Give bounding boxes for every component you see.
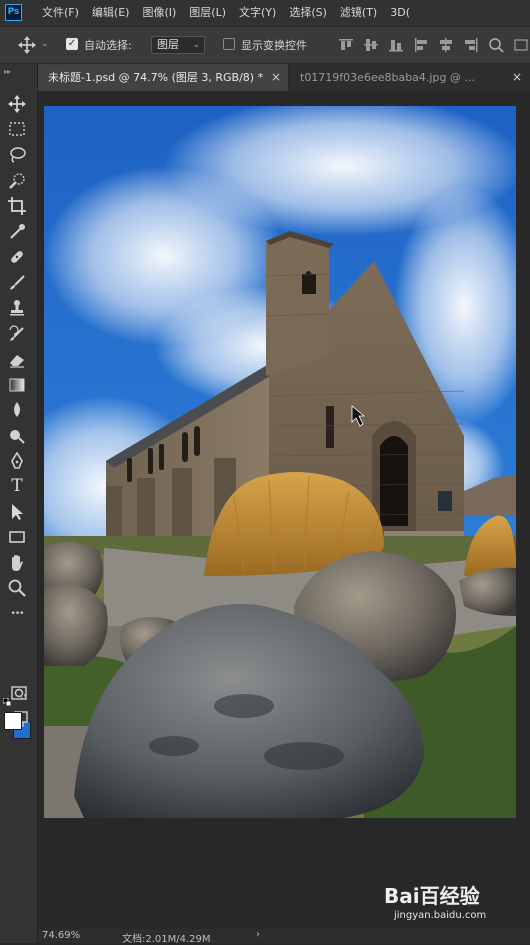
align-right-icon[interactable]	[463, 37, 479, 53]
panel-grip-icon[interactable]: ▸▸	[4, 67, 11, 76]
quick-mask-icon[interactable]	[9, 683, 27, 701]
menu-file[interactable]: 文件(F)	[42, 0, 79, 26]
tab-label: 未标题-1.psd @ 74.7% (图层 3, RGB/8) *	[48, 71, 264, 84]
menu-select[interactable]: 选择(S)	[289, 0, 327, 26]
church-photo	[44, 106, 516, 818]
history-brush-icon[interactable]	[7, 324, 27, 344]
align-hcenter-icon[interactable]	[438, 37, 454, 53]
status-menu-arrow-icon[interactable]: ›	[256, 929, 260, 940]
tab-jpg[interactable]: t01719f03e6ee8baba4.jpg @ ... ×	[290, 64, 530, 91]
chevron-down-icon: ⌄	[192, 40, 200, 50]
status-bar: 74.69% 文档:2.01M/4.29M ›	[38, 929, 530, 945]
zoom-icon[interactable]	[7, 578, 27, 598]
pen-icon[interactable]	[7, 451, 27, 471]
transform-controls-checkbox[interactable]	[223, 38, 235, 50]
auto-select-checkbox[interactable]: ✓	[66, 38, 78, 50]
close-icon[interactable]: ×	[512, 64, 522, 91]
eraser-icon[interactable]	[7, 349, 27, 369]
hand-icon[interactable]	[7, 553, 27, 573]
healing-brush-icon[interactable]	[7, 247, 27, 267]
layer-select-value: 图层	[157, 38, 179, 51]
move-icon[interactable]	[7, 94, 27, 114]
watermark-site: jingyan.baidu.com	[394, 910, 487, 921]
eyedropper-icon[interactable]	[7, 222, 27, 242]
layer-select[interactable]: 图层 ⌄	[151, 36, 205, 54]
watermark-logo: Bai百经验	[384, 884, 480, 908]
align-icons	[338, 37, 530, 53]
menu-layer[interactable]: 图层(L)	[189, 0, 226, 26]
brush-icon[interactable]	[7, 273, 27, 293]
blur-icon[interactable]	[7, 400, 27, 420]
auto-select-label: 自动选择:	[84, 39, 132, 52]
close-icon[interactable]: ×	[271, 64, 281, 91]
more-icon[interactable]: •••	[7, 604, 27, 624]
rectangle-icon[interactable]	[7, 527, 27, 547]
menu-bar: Ps 文件(F) 编辑(E) 图像(I) 图层(L) 文字(Y) 选择(S) 滤…	[0, 0, 530, 26]
document-canvas[interactable]	[44, 106, 516, 818]
ellipsis-icon[interactable]	[513, 37, 529, 53]
move-icon[interactable]	[18, 36, 36, 54]
transform-controls-label: 显示变换控件	[241, 39, 307, 52]
tab-untitled[interactable]: 未标题-1.psd @ 74.7% (图层 3, RGB/8) * ×	[38, 64, 288, 91]
photoshop-logo[interactable]: Ps	[5, 4, 22, 21]
tools-panel: ▸▸ T ••• ↺	[0, 64, 38, 943]
quick-select-icon[interactable]	[7, 171, 27, 191]
menu-3d[interactable]: 3D(	[390, 0, 410, 26]
menu-type[interactable]: 文字(Y)	[239, 0, 276, 26]
menu-edit[interactable]: 编辑(E)	[92, 0, 130, 26]
zoom-level[interactable]: 74.69%	[42, 930, 80, 941]
document-tabs: 未标题-1.psd @ 74.7% (图层 3, RGB/8) * × t017…	[38, 64, 530, 91]
chevron-down-icon[interactable]: ⌄	[41, 39, 49, 49]
options-bar: ⌄ ✓ 自动选择: 图层 ⌄ 显示变换控件	[0, 26, 530, 64]
tab-label: t01719f03e6ee8baba4.jpg @ ...	[300, 71, 475, 84]
menu-items: 文件(F) 编辑(E) 图像(I) 图层(L) 文字(Y) 选择(S) 滤镜(T…	[42, 0, 423, 26]
clone-stamp-icon[interactable]	[7, 298, 27, 318]
align-top-icon[interactable]	[338, 37, 354, 53]
gradient-icon[interactable]	[7, 375, 27, 395]
lasso-icon[interactable]	[7, 145, 27, 165]
foreground-color-swatch[interactable]	[4, 712, 22, 730]
crop-icon[interactable]	[7, 196, 27, 216]
menu-filter[interactable]: 滤镜(T)	[340, 0, 377, 26]
align-bottom-icon[interactable]	[388, 37, 404, 53]
path-select-icon[interactable]	[7, 502, 27, 522]
align-vcenter-icon[interactable]	[363, 37, 379, 53]
dodge-icon[interactable]	[7, 426, 27, 446]
baidu-watermark: Bai百经验 jingyan.baidu.com	[384, 880, 524, 930]
search-icon[interactable]	[488, 37, 504, 53]
marquee-icon[interactable]	[7, 119, 27, 139]
align-left-icon[interactable]	[413, 37, 429, 53]
type-icon[interactable]: T	[7, 476, 27, 496]
menu-image[interactable]: 图像(I)	[142, 0, 176, 26]
